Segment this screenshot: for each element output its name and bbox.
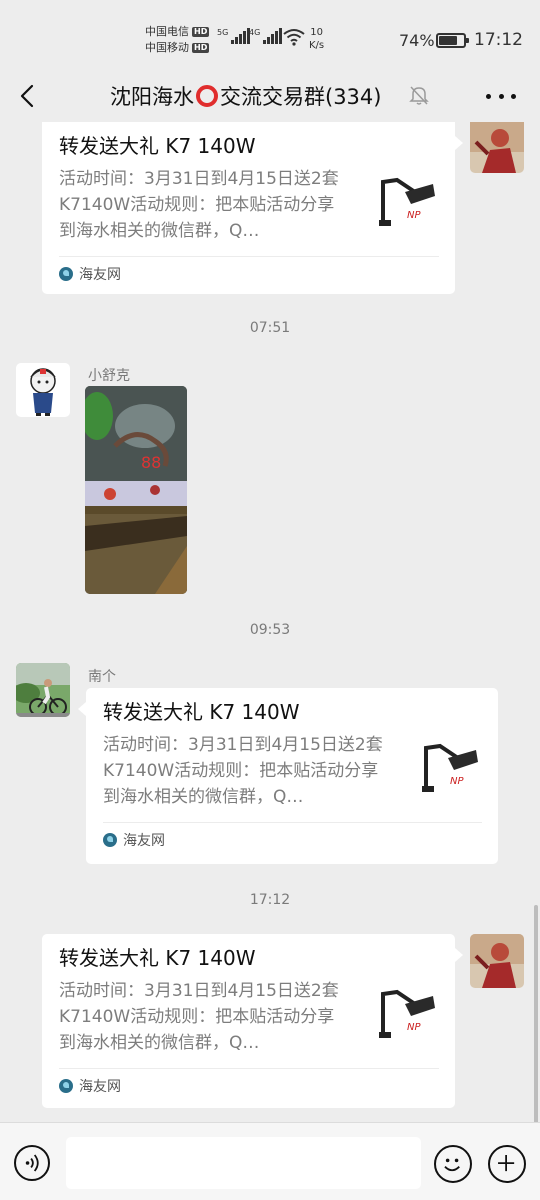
- sender-name: 小舒克: [88, 368, 130, 384]
- card-description: 活动时间：3月31日到4月15日送2套K7140W活动规则：把本贴活动分享到海水…: [59, 169, 339, 241]
- lamp-thumbnail: NP: [375, 984, 439, 1048]
- more-dots-icon[interactable]: [486, 84, 516, 108]
- card-description: 活动时间：3月31日到4月15日送2套K7140W活动规则：把本贴活动分享到海水…: [59, 981, 339, 1053]
- source-logo-icon: [103, 832, 117, 847]
- speed-unit: K/s: [309, 40, 325, 51]
- source-logo-icon: [59, 1078, 73, 1093]
- message-input[interactable]: [66, 1137, 421, 1189]
- battery-percent: 74%: [399, 31, 435, 50]
- link-card[interactable]: 转发送大礼 K7 140W 活动时间：3月31日到4月15日送2套K7140W活…: [42, 934, 455, 1108]
- card-source: 海友网: [59, 256, 439, 290]
- signal-5g-icon: 5G: [217, 28, 251, 44]
- link-card[interactable]: 转发送大礼 K7 140W 活动时间：3月31日到4月15日送2套K7140W活…: [42, 122, 455, 294]
- card-source: 海友网: [59, 1068, 439, 1102]
- sender-name: 南个: [88, 669, 116, 685]
- source-logo-icon: [59, 266, 73, 281]
- hd-badge: HD: [192, 27, 210, 37]
- timestamp: 17:12: [249, 892, 291, 908]
- status-bar: 中国电信 HD 中国移动 HD 5G 4G 10 K/s 74% 17:12: [0, 0, 540, 70]
- emoji-icon[interactable]: [434, 1145, 472, 1183]
- net-type-1: 5G: [217, 28, 229, 37]
- lamp-thumbnail: NP: [375, 172, 439, 236]
- wifi-icon: [283, 29, 305, 46]
- source-name: 海友网: [79, 266, 121, 283]
- chevron-left-icon[interactable]: [14, 82, 42, 110]
- svg-text:NP: NP: [407, 1022, 421, 1033]
- sender-avatar[interactable]: [16, 663, 70, 717]
- svg-text:NP: NP: [407, 210, 421, 221]
- lamp-thumbnail: NP: [418, 738, 482, 802]
- chat-title: 沈阳海水 交流交易群(334): [110, 81, 381, 111]
- chat-header: 沈阳海水 交流交易群(334): [0, 70, 540, 122]
- chat-title-part-1: 沈阳海水: [110, 85, 194, 109]
- carrier-1: 中国电信: [145, 25, 189, 38]
- message-list[interactable]: 转发送大礼 K7 140W 活动时间：3月31日到4月15日送2套K7140W活…: [0, 122, 540, 1122]
- bell-off-icon: [409, 86, 429, 105]
- source-name: 海友网: [123, 832, 165, 849]
- status-time: 17:12: [474, 30, 523, 50]
- net-type-2: 4G: [249, 28, 261, 37]
- input-bar: [0, 1122, 540, 1200]
- red-circle-emoji: [196, 85, 218, 107]
- speed-value: 10: [310, 27, 323, 38]
- card-title: 转发送大礼 K7 140W: [59, 946, 256, 970]
- carrier-2: 中国移动: [145, 41, 189, 54]
- battery-icon: [436, 33, 469, 48]
- aquarium-photo[interactable]: 88: [85, 386, 187, 594]
- link-card[interactable]: 转发送大礼 K7 140W 活动时间：3月31日到4月15日送2套K7140W活…: [86, 688, 498, 864]
- chat-title-part-2: 交流交易群(334): [220, 85, 382, 109]
- scrollbar[interactable]: [534, 905, 538, 1125]
- carrier-info: 中国电信 HD 中国移动 HD: [145, 24, 210, 56]
- voice-icon[interactable]: [14, 1145, 50, 1181]
- plus-icon[interactable]: [488, 1145, 526, 1183]
- source-name: 海友网: [79, 1078, 121, 1095]
- net-speed: 10 K/s: [309, 26, 324, 52]
- signal-4g-icon: 4G: [249, 28, 283, 44]
- card-description: 活动时间：3月31日到4月15日送2套K7140W活动规则：把本贴活动分享到海水…: [103, 735, 383, 807]
- hd-badge: HD: [192, 43, 210, 53]
- sender-avatar[interactable]: [16, 363, 70, 417]
- card-title: 转发送大礼 K7 140W: [103, 700, 300, 724]
- timestamp: 07:51: [249, 320, 291, 336]
- my-avatar[interactable]: [470, 934, 524, 988]
- svg-text:88: 88: [141, 453, 161, 472]
- my-avatar[interactable]: [470, 122, 524, 173]
- svg-text:NP: NP: [450, 776, 464, 787]
- timestamp: 09:53: [249, 622, 291, 638]
- card-source: 海友网: [103, 822, 482, 856]
- card-title: 转发送大礼 K7 140W: [59, 134, 256, 158]
